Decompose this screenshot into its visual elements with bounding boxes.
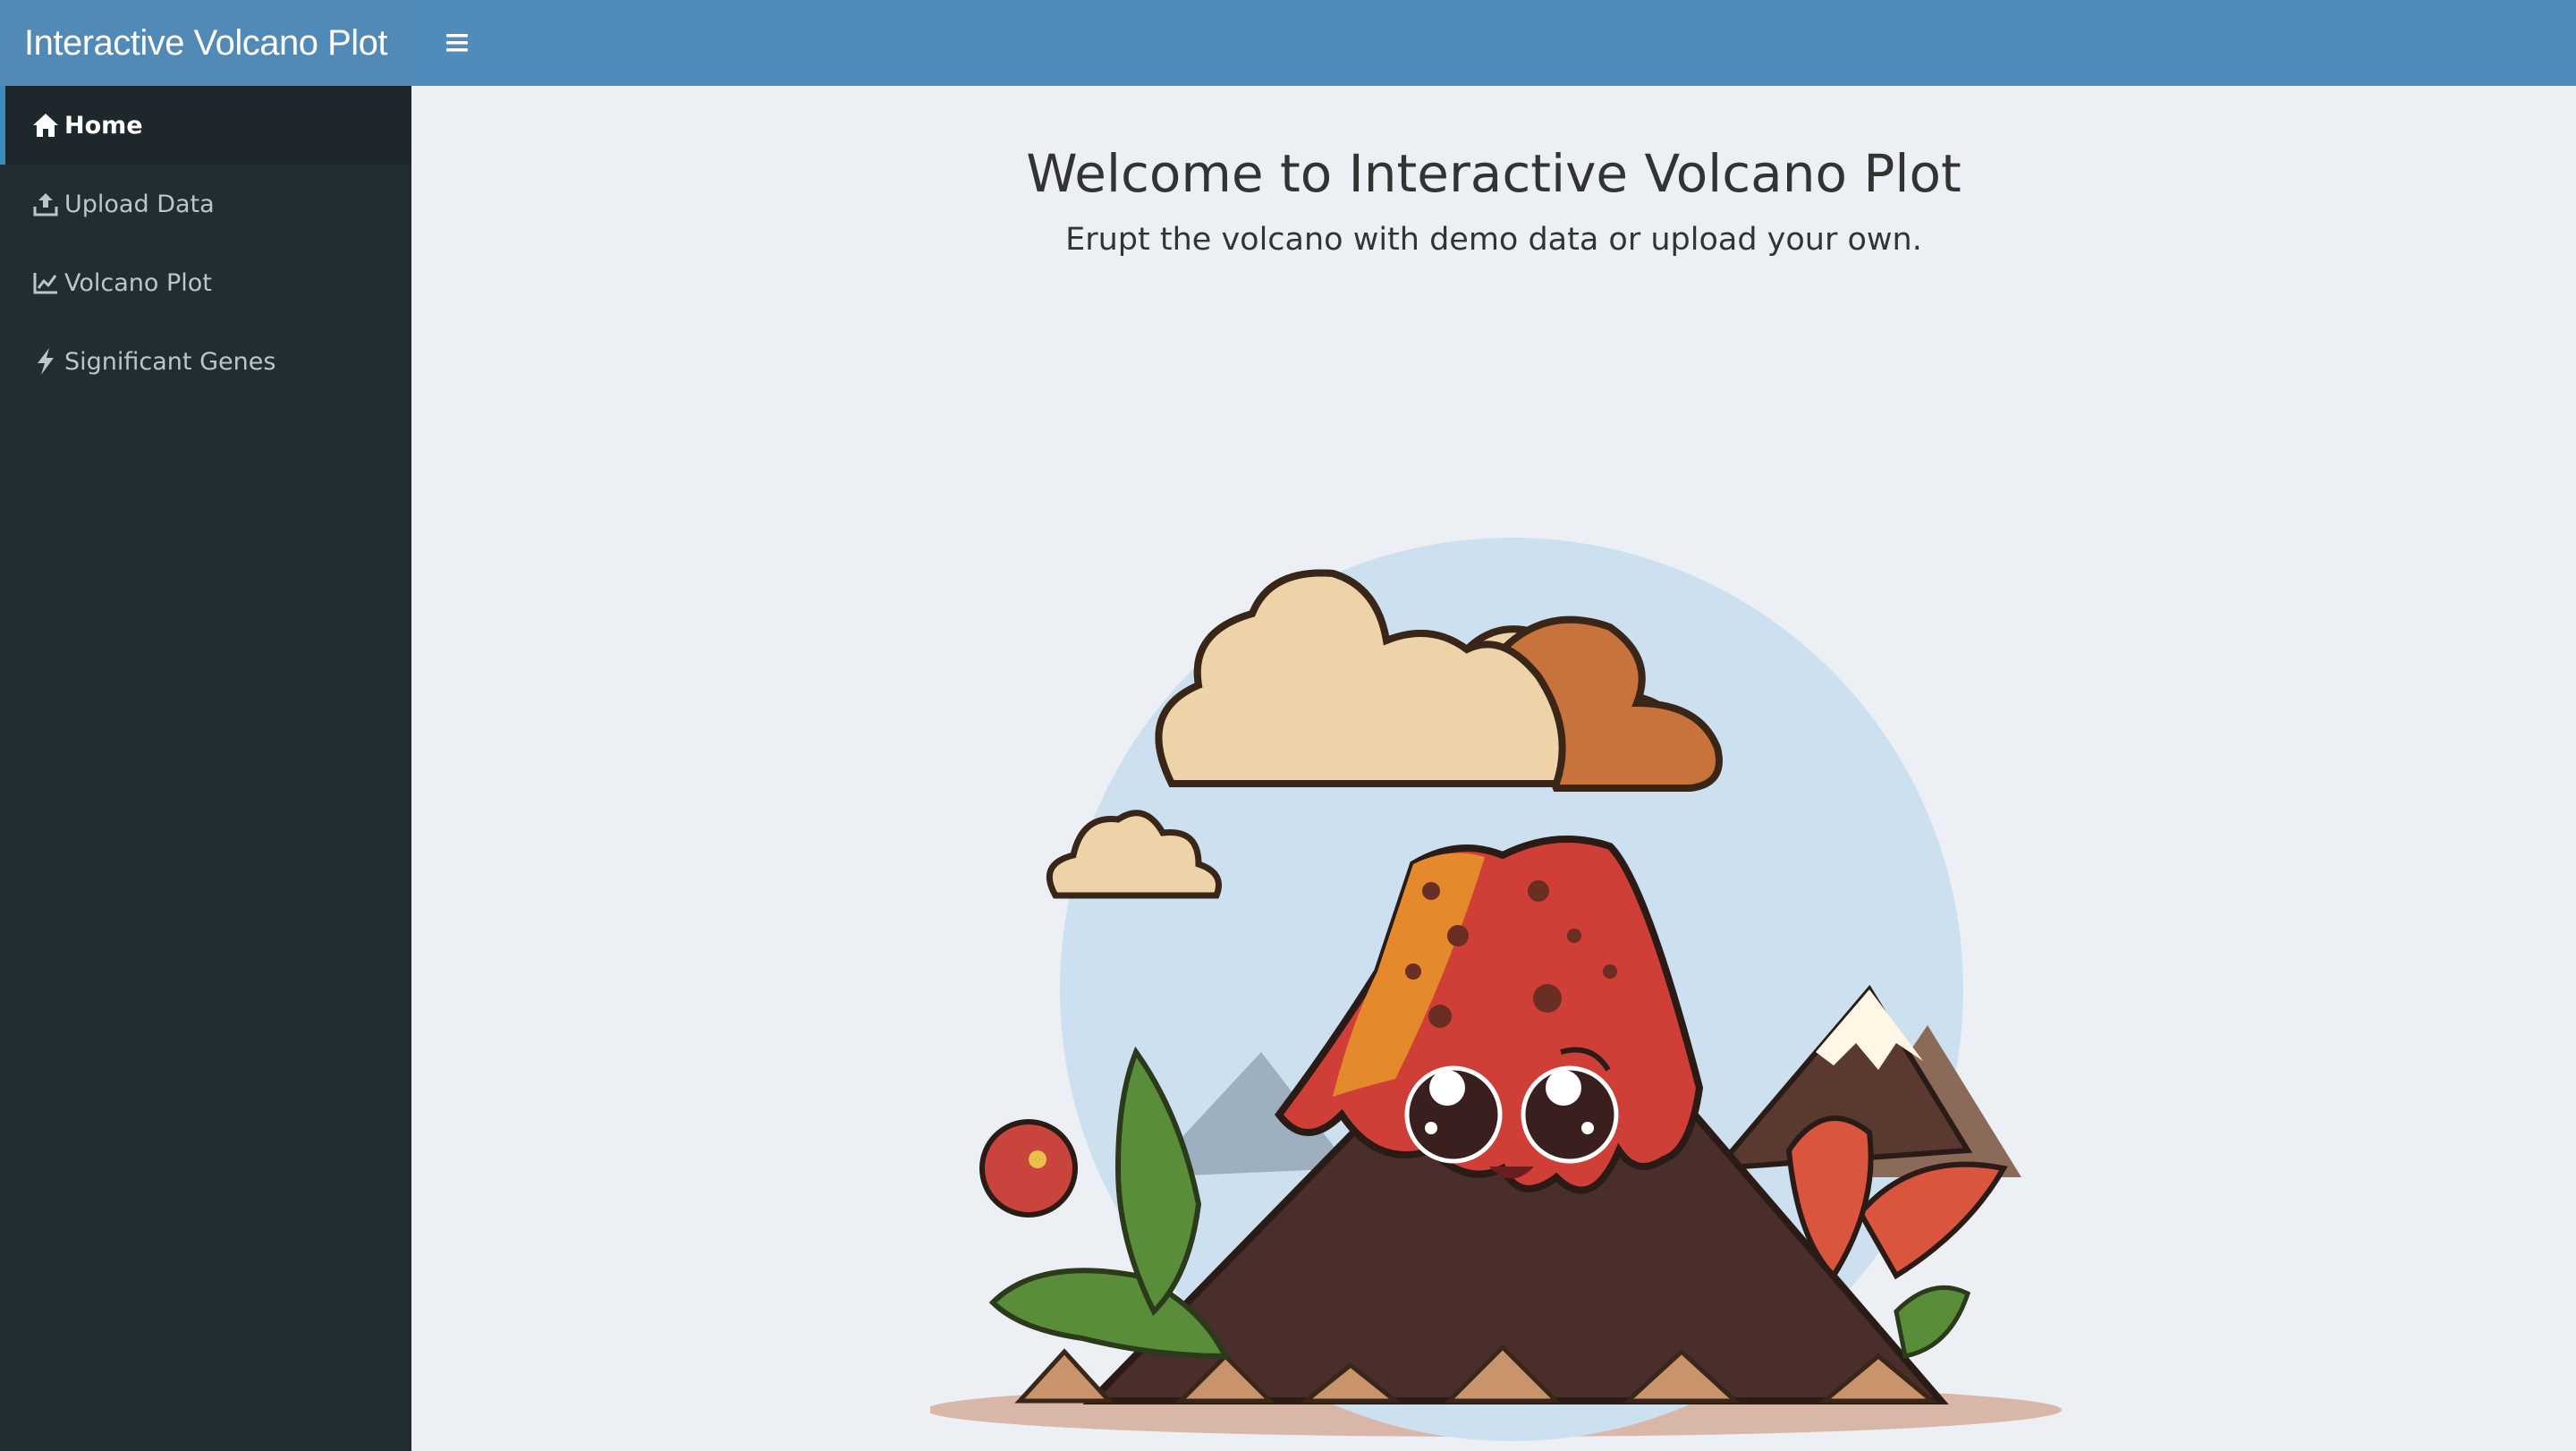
sidebar-item-home[interactable]: Home (0, 86, 411, 165)
sidebar-item-label: Significant Genes (64, 347, 276, 376)
sidebar-item-volcano-plot[interactable]: Volcano Plot (0, 243, 411, 322)
cartoon-volcano-illustration (930, 538, 2062, 1441)
page-title: Welcome to Interactive Volcano Plot (1026, 143, 1962, 204)
lightning-bolt-icon (30, 346, 61, 377)
sidebar-item-significant-genes[interactable]: Significant Genes (0, 322, 411, 401)
app-window: Interactive Volcano Plot Home Upload Dat… (0, 0, 2576, 1451)
sidebar: Home Upload Data Volcano Plot Significan… (0, 86, 411, 1451)
line-chart-icon (30, 267, 61, 298)
top-navbar (411, 0, 2576, 86)
sidebar-item-label: Volcano Plot (64, 268, 212, 297)
sidebar-item-upload-data[interactable]: Upload Data (0, 165, 411, 243)
upload-icon (30, 189, 61, 219)
sidebar-menu: Home Upload Data Volcano Plot Significan… (0, 86, 411, 401)
hamburger-menu-icon[interactable] (435, 25, 479, 61)
page-subtitle: Erupt the volcano with demo data or uplo… (1065, 222, 1922, 258)
home-icon (30, 110, 61, 140)
sidebar-item-label: Upload Data (64, 190, 215, 218)
sidebar-item-label: Home (64, 111, 143, 140)
main-content: Welcome to Interactive Volcano Plot Erup… (411, 86, 2576, 1451)
app-logo-title[interactable]: Interactive Volcano Plot (0, 0, 411, 86)
